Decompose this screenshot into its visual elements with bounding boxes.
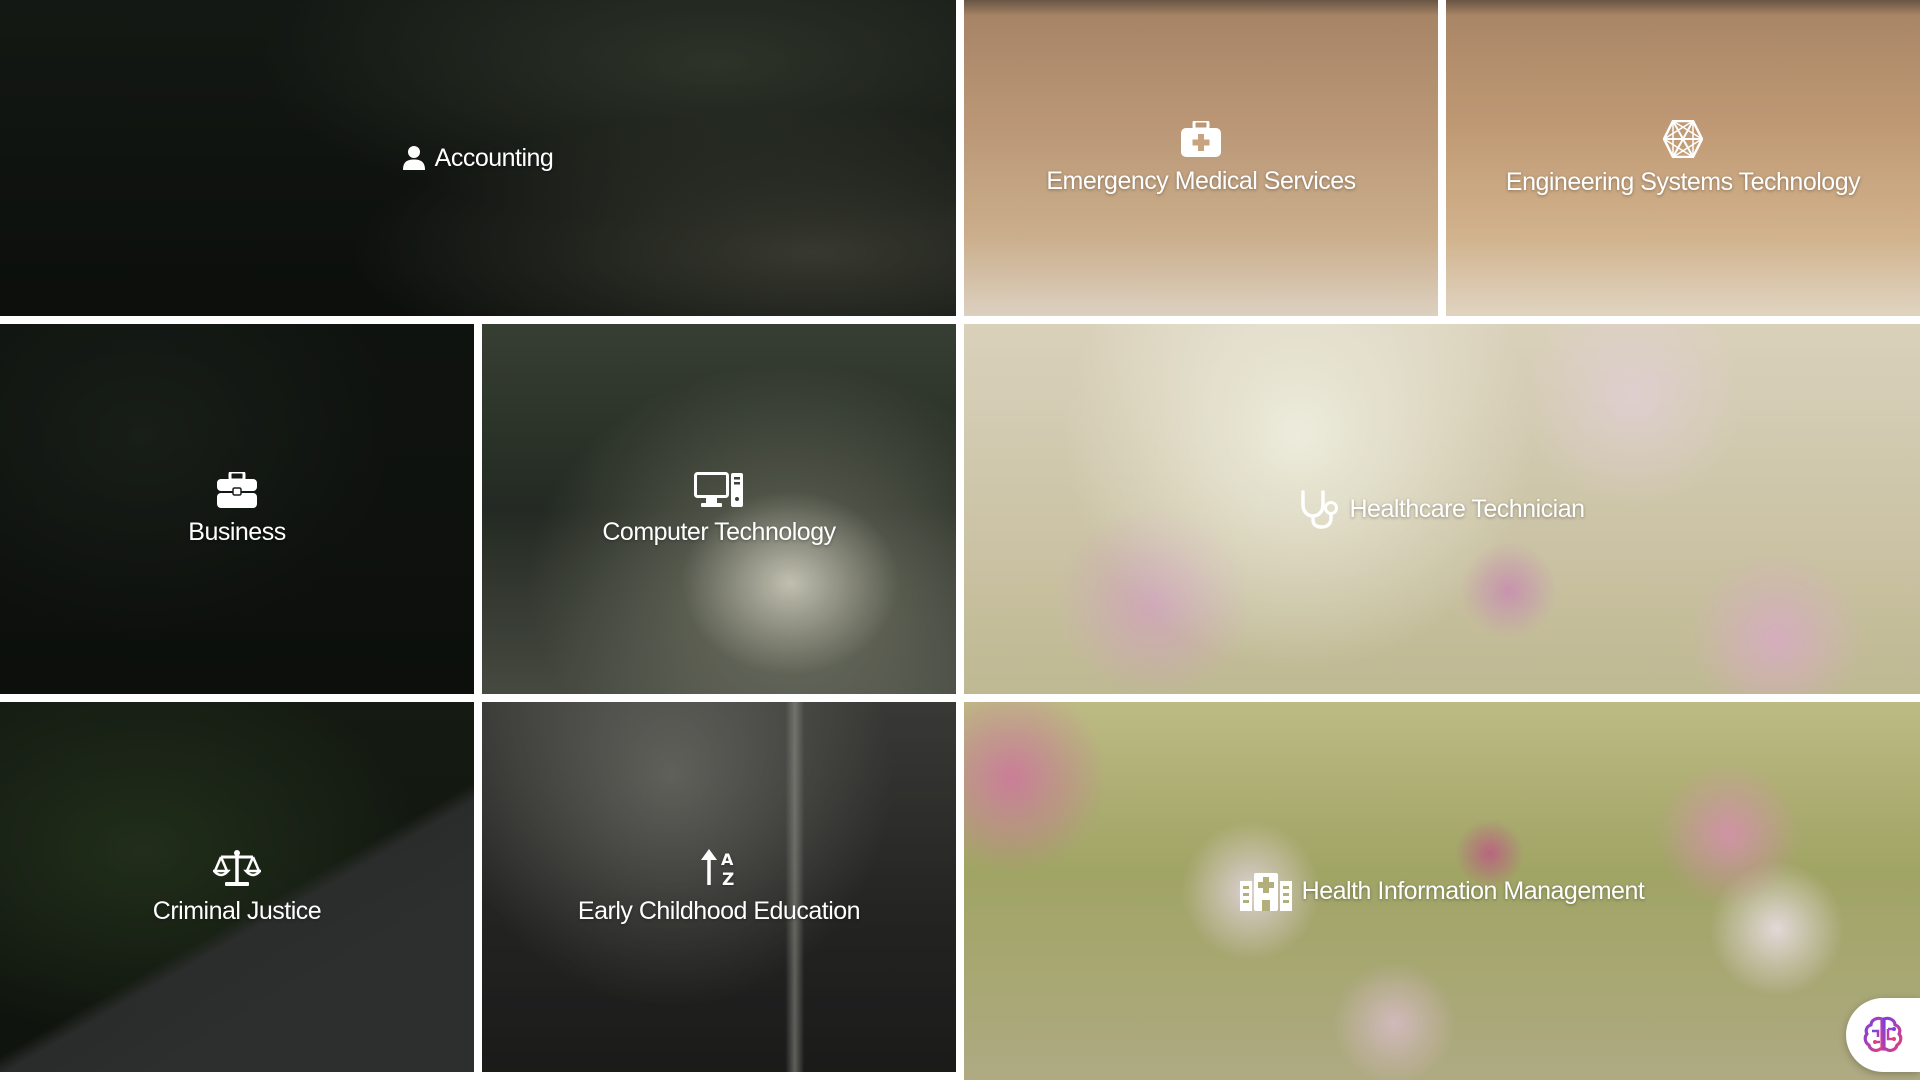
tile-label: Computer Technology <box>602 517 836 546</box>
tile-label-group: Criminal Justice <box>152 849 322 926</box>
tile-label: Business <box>188 517 286 546</box>
tile-label: Early Childhood Education <box>577 896 861 925</box>
tile-business[interactable]: Business <box>0 324 474 694</box>
tile-healthcare-technician[interactable]: Healthcare Technician <box>964 324 1920 694</box>
tile-label-group: A Z Early Childhood Education <box>577 848 861 926</box>
balance-scale-icon <box>213 849 261 887</box>
tile-health-information-management[interactable]: Health Information Management <box>964 702 1920 1080</box>
svg-text:A: A <box>721 850 734 869</box>
hexagon-network-icon <box>1662 119 1703 158</box>
tile-label-group: Healthcare Technician <box>1299 489 1585 529</box>
tile-engineering-systems-technology[interactable]: Engineering Systems Technology <box>1446 0 1920 316</box>
brain-icon <box>1863 1015 1903 1055</box>
program-tile-grid: Accounting Emergency Medical Services En… <box>0 0 1920 1080</box>
tile-label-group: Health Information Management <box>1239 871 1645 911</box>
tile-label: Health Information Management <box>1301 876 1645 905</box>
assistant-launcher-button[interactable] <box>1846 998 1920 1072</box>
tile-label-group: Engineering Systems Technology <box>1505 119 1861 197</box>
svg-text:Z: Z <box>722 870 734 887</box>
stethoscope-icon <box>1299 489 1339 529</box>
tile-label-group: Accounting <box>402 143 554 173</box>
tile-label: Emergency Medical Services <box>1046 166 1356 195</box>
tile-label: Healthcare Technician <box>1349 494 1585 523</box>
tile-criminal-justice[interactable]: Criminal Justice <box>0 702 474 1072</box>
tile-label-group: Business <box>188 471 286 547</box>
user-icon <box>402 146 425 170</box>
briefcase-icon <box>216 471 257 508</box>
tile-label: Criminal Justice <box>152 896 322 925</box>
tile-label-group: Computer Technology <box>602 471 836 547</box>
sort-alpha-icon: A Z <box>699 848 739 887</box>
tile-accounting[interactable]: Accounting <box>0 0 956 316</box>
tile-label: Accounting <box>434 143 554 172</box>
tile-early-childhood-education[interactable]: A Z Early Childhood Education <box>482 702 956 1072</box>
tile-label: Engineering Systems Technology <box>1505 167 1861 196</box>
hospital-records-icon <box>1239 871 1292 911</box>
tile-emergency-medical-services[interactable]: Emergency Medical Services <box>964 0 1438 316</box>
desktop-computer-icon <box>694 471 744 508</box>
tile-computer-technology[interactable]: Computer Technology <box>482 324 956 694</box>
first-aid-kit-icon <box>1181 120 1221 157</box>
tile-label-group: Emergency Medical Services <box>1046 120 1356 196</box>
